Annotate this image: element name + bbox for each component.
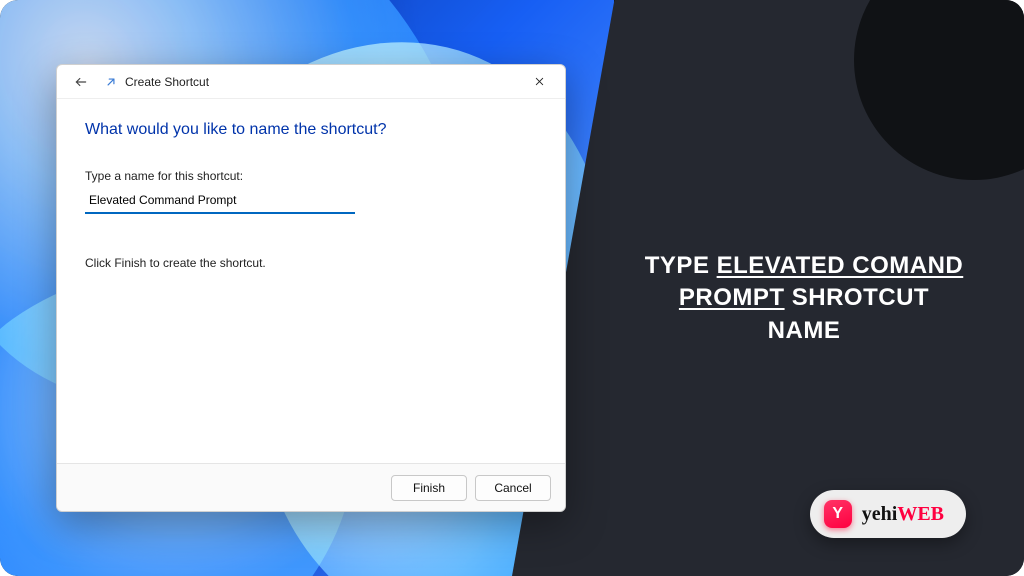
dialog-titlebar: Create Shortcut xyxy=(57,65,565,99)
brand-name-b: WEB xyxy=(897,503,944,525)
headline-underline: PROMPT xyxy=(679,284,785,311)
dialog-title: Create Shortcut xyxy=(125,75,209,89)
shortcut-name-input[interactable] xyxy=(85,189,355,214)
back-button[interactable] xyxy=(69,70,93,94)
decorative-circle xyxy=(854,0,1024,180)
close-icon xyxy=(534,76,545,87)
arrow-left-icon xyxy=(74,75,88,89)
dialog-hint: Click Finish to create the shortcut. xyxy=(85,256,537,270)
brand-badge-pill: Y yehiWEB xyxy=(810,490,966,538)
finish-button[interactable]: Finish xyxy=(391,475,467,501)
name-field-label: Type a name for this shortcut: xyxy=(85,169,537,183)
headline-part: SHROTCUT xyxy=(785,284,930,311)
brand-name-a: yehi xyxy=(862,503,898,525)
create-shortcut-dialog: Create Shortcut What would you like to n… xyxy=(56,64,566,512)
dialog-instruction: What would you like to name the shortcut… xyxy=(85,121,537,139)
headline-text: TYPE ELEVATED COMAND PROMPT SHROTCUT NAM… xyxy=(624,250,984,347)
stage: TYPE ELEVATED COMAND PROMPT SHROTCUT NAM… xyxy=(0,0,1024,576)
dialog-footer: Finish Cancel xyxy=(57,463,565,511)
shortcut-icon xyxy=(103,74,119,90)
headline-part: NAME xyxy=(624,315,984,347)
cancel-button[interactable]: Cancel xyxy=(475,475,551,501)
brand-name: yehiWEB xyxy=(862,503,944,526)
headline-part: TYPE xyxy=(645,252,717,279)
brand-logo-icon: Y xyxy=(824,500,852,528)
headline-underline: ELEVATED COMAND xyxy=(717,252,964,279)
dialog-body: What would you like to name the shortcut… xyxy=(57,99,565,463)
close-button[interactable] xyxy=(521,70,557,94)
